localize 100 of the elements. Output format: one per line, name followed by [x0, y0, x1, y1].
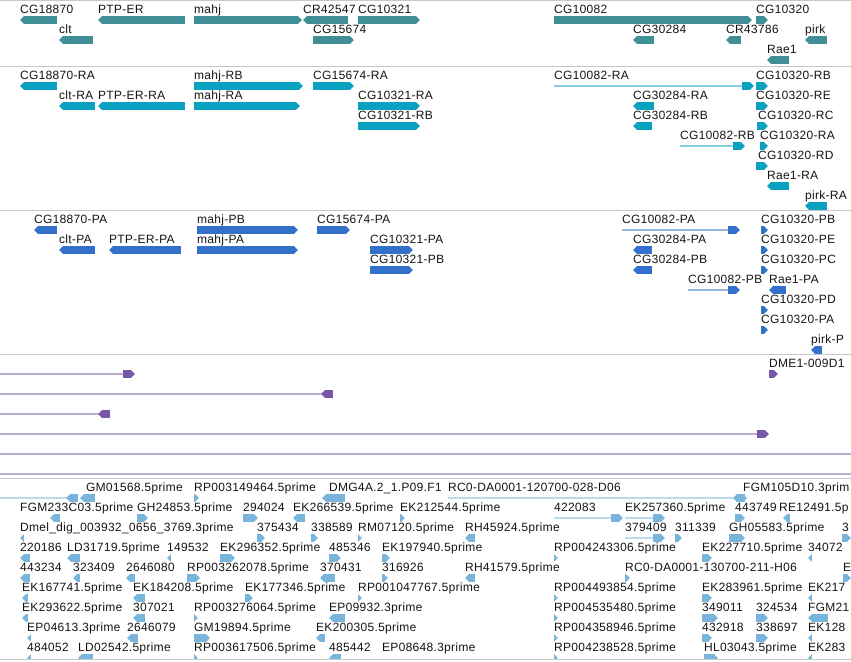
feature-label: 375434 — [257, 520, 299, 534]
feature-label: EK184208.5prime — [133, 580, 234, 594]
feature-label: CG15674 — [313, 22, 366, 36]
feature-label: mahj-PA — [197, 232, 244, 246]
feature-label: RP003617506.5prime — [194, 640, 316, 654]
feature-label: CG10082-RB — [680, 128, 756, 142]
feature-label: FGM105D10.3prim — [743, 480, 850, 494]
feature-label: 432918 — [702, 620, 744, 634]
feature-label: FGM21 — [808, 600, 850, 614]
feature-label: EK266539.5prime — [293, 500, 394, 514]
feature-label: pirk — [805, 22, 826, 36]
feature-label: CG10320-RD — [758, 148, 834, 162]
feature-label: 338697 — [756, 620, 798, 634]
feature-label: CG18870-PA — [34, 212, 108, 226]
feature-label: CG10082 — [554, 2, 608, 16]
feature-label: CG30284 — [633, 22, 686, 36]
feature-label: CG10320-PD — [761, 292, 836, 306]
feature-label: 323409 — [73, 560, 115, 574]
feature-label: 484052 — [27, 640, 69, 654]
feature-label: RP003149464.5prime — [194, 480, 316, 494]
feature-label: 485346 — [329, 540, 371, 554]
feature-label: CG10320-RA — [760, 128, 836, 142]
feature-label: CR42547 — [303, 2, 356, 16]
feature-label: CG10320-RB — [756, 68, 832, 82]
feature-label: RP004238528.5prime — [554, 640, 676, 654]
feature-label: 443234 — [20, 560, 62, 574]
feature-label: pirk-RA — [805, 188, 848, 202]
feature-label: CG10321-PB — [370, 252, 444, 266]
feature-label: mahj — [194, 2, 222, 16]
feature-label: 422083 — [554, 500, 596, 514]
feature-label: GH24853.5prime — [137, 500, 233, 514]
feature-label: CG10082-PB — [688, 272, 762, 286]
feature-label: HL03043.5prime — [704, 640, 797, 654]
feature-label: mahj-PB — [197, 212, 246, 226]
feature-label: EK283 — [808, 640, 846, 654]
feature-label: GM19894.5prime — [194, 620, 291, 634]
feature-label: clt-RA — [59, 88, 94, 102]
feature-label: pirk-P — [811, 332, 844, 346]
feature-label: Rae1-PA — [769, 272, 819, 286]
feature-label: EK128 — [808, 620, 846, 634]
feature-label: EP08648.3prime — [382, 640, 476, 654]
feature-label: EK293622.5prime — [22, 600, 123, 614]
feature-label: RP003262078.5prime — [187, 560, 310, 574]
feature-label: 338589 — [311, 520, 353, 534]
feature-label: CG15674-PA — [317, 212, 390, 226]
feature-label: clt — [59, 22, 72, 36]
feature-label: CG10320-PC — [761, 252, 836, 266]
feature-label: RE12491.5p — [779, 500, 849, 514]
feature-label: LD31719.5prime — [67, 540, 160, 554]
feature-label: 443749 — [735, 500, 777, 514]
feature-label: Rae1 — [767, 42, 797, 56]
feature-label: EK296352.5prime — [220, 540, 321, 554]
feature-label: RH41579.5prime — [465, 560, 560, 574]
feature-label: PTP-ER-PA — [109, 232, 175, 246]
feature-label: EP09932.3prime — [329, 600, 423, 614]
feature-label: 2646079 — [127, 620, 176, 634]
feature-label: GM01568.5prime — [86, 480, 183, 494]
feature-label: 3 — [842, 520, 849, 534]
feature-label: RP004535480.5prime — [554, 600, 676, 614]
feature-label: EK167741.5prime — [22, 580, 123, 594]
feature-label: EK227710.5prime — [702, 540, 803, 554]
feature-label: EK212544.5prime — [400, 500, 501, 514]
feature-label: CG10320-RE — [756, 88, 832, 102]
feature-label: RC0-DA0001-130700-211-H06 — [625, 560, 798, 574]
feature-label: EK257360.5prime — [625, 500, 726, 514]
feature-label: DME1-009D1 — [769, 356, 845, 370]
feature-label: Dmel_dig_003932_0656_3769.3prime — [20, 520, 234, 534]
feature-label: 370431 — [320, 560, 362, 574]
feature-label: CG30284-RB — [633, 108, 708, 122]
feature-label: 220186 — [20, 540, 62, 554]
feature-label: RP004493854.5prime — [554, 580, 676, 594]
feature-label: mahj-RB — [194, 68, 243, 82]
feature-label: CG30284-PB — [633, 252, 708, 266]
feature-label: mahj-RA — [194, 88, 243, 102]
feature-label: RP004243306.5prime — [554, 540, 676, 554]
feature-label: CG10082-RA — [554, 68, 630, 82]
feature-label: CG10320 — [756, 2, 810, 16]
feature-label: CG18870 — [20, 2, 74, 16]
feature-label: RM07120.5prime — [358, 520, 454, 534]
feature-label: CG10320-PE — [761, 232, 836, 246]
feature-label: CG10321-PA — [370, 232, 444, 246]
feature-label: CG10320-RC — [758, 108, 834, 122]
feature-label: 34072 — [808, 540, 843, 554]
feature-label: 485442 — [329, 640, 371, 654]
feature-label: CG15674-RA — [313, 68, 388, 82]
feature-label: FGM233C03.5prime — [20, 500, 134, 514]
feature-label: 349011 — [702, 600, 743, 614]
feature-label: 294024 — [243, 500, 285, 514]
feature-label: PTP-ER — [98, 2, 144, 16]
feature-label: CG10321-RB — [358, 108, 434, 122]
feature-label: CG10320-PB — [761, 212, 836, 226]
feature-label: DMG4A.2_1.P09.F1 — [329, 480, 442, 494]
feature-label: RP003276064.5prime — [194, 600, 316, 614]
feature-label: 316926 — [382, 560, 424, 574]
feature-label: RP004358946.5prime — [554, 620, 676, 634]
feature-label: GH05583.5prime — [729, 520, 825, 534]
feature-label: CG10321-RA — [358, 88, 434, 102]
feature-label: clt-PA — [59, 232, 92, 246]
feature-label: 307021 — [133, 600, 175, 614]
feature-label: EK217 — [808, 580, 846, 594]
